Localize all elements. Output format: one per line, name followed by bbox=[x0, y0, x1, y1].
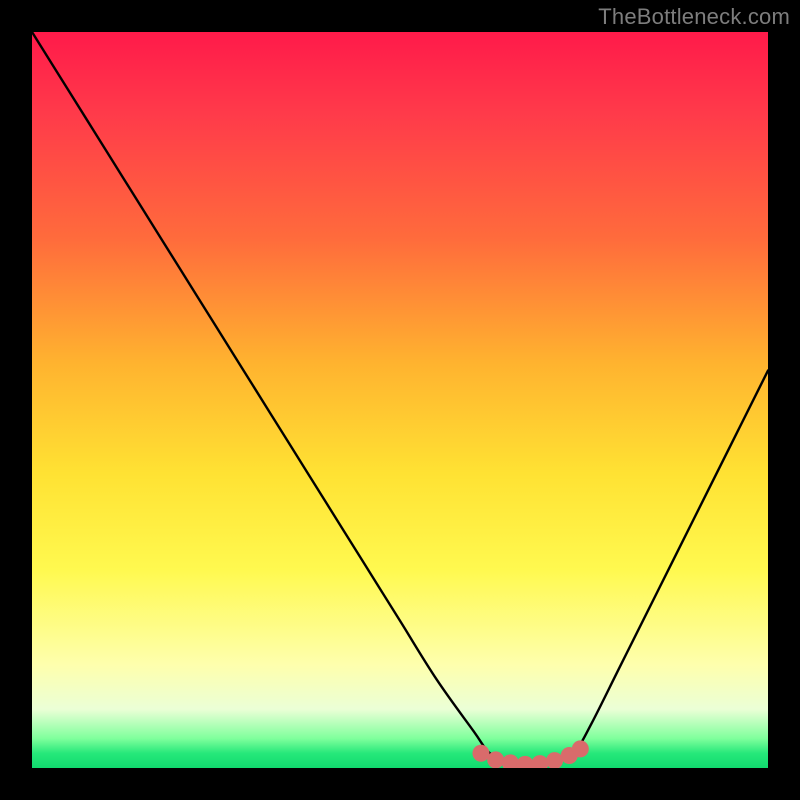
plot-area bbox=[32, 32, 768, 768]
marker-dot bbox=[487, 751, 504, 768]
marker-dot bbox=[472, 745, 489, 762]
marker-dot bbox=[502, 754, 519, 768]
bottleneck-curve bbox=[32, 32, 768, 764]
marker-dot bbox=[531, 755, 548, 768]
marker-dot bbox=[572, 740, 589, 757]
marker-dot bbox=[546, 752, 563, 768]
watermark-text: TheBottleneck.com bbox=[598, 4, 790, 30]
chart-svg bbox=[32, 32, 768, 768]
marker-dot bbox=[517, 756, 534, 768]
optimal-range-markers bbox=[472, 740, 588, 768]
chart-frame: TheBottleneck.com bbox=[0, 0, 800, 800]
